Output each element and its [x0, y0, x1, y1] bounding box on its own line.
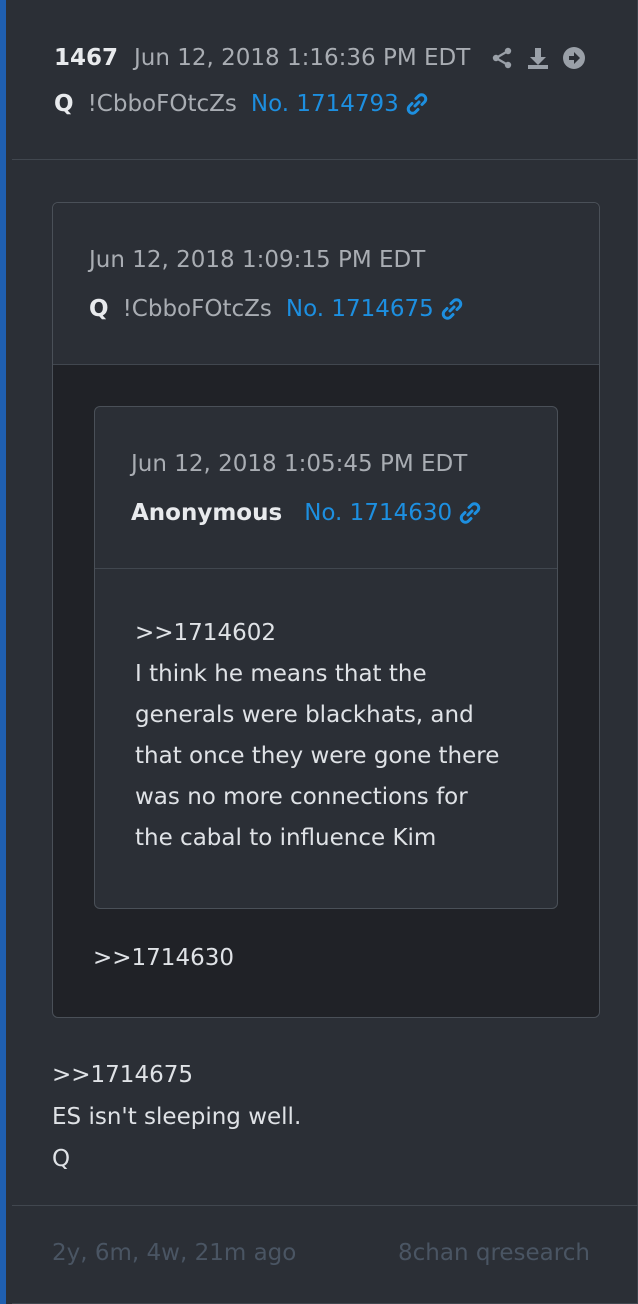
- quote-reference[interactable]: >>1714630: [93, 945, 234, 971]
- post-body: >>1714675 ES isn't sleeping well. Q: [52, 1054, 612, 1180]
- share-icon[interactable]: [490, 46, 514, 70]
- quote-text-line: was no more connections for: [135, 784, 468, 810]
- post-date: Jun 12, 2018 1:16:36 PM EDT: [134, 45, 471, 71]
- quoted-post-header: Jun 12, 2018 1:05:45 PM EDT Anonymous No…: [95, 407, 557, 569]
- quoted-post-1714630: Jun 12, 2018 1:05:45 PM EDT Anonymous No…: [94, 406, 558, 909]
- post-header: 1467 Jun 12, 2018 1:16:36 PM EDT Q !Cbbo…: [12, 0, 638, 160]
- quoted-post-header: Jun 12, 2018 1:09:15 PM EDT Q !CbboFOtcZ…: [53, 203, 599, 365]
- quote-author: Q: [89, 296, 109, 322]
- post-number: 1467: [54, 45, 119, 71]
- quote-author-line: Anonymous No. 1714630: [131, 495, 482, 531]
- post-source[interactable]: 8chan qresearch: [398, 1240, 590, 1266]
- quote-date: Jun 12, 2018 1:09:15 PM EDT: [89, 247, 426, 273]
- quote-reference[interactable]: >>1714602: [135, 613, 535, 654]
- quote-text-line: generals were blackhats, and: [135, 702, 474, 728]
- post-author-line: Q !CbboFOtcZs No. 1714793: [54, 86, 429, 122]
- post-actions: [490, 46, 598, 70]
- quote-tripcode: !CbboFOtcZs: [122, 296, 272, 322]
- quote-body: >>1714602 I think he means that the gene…: [135, 613, 535, 859]
- post-age: 2y, 6m, 4w, 21m ago: [52, 1240, 297, 1266]
- post-signature: Q: [52, 1146, 71, 1172]
- download-icon[interactable]: [526, 46, 550, 70]
- post-tripcode: !CbboFOtcZs: [87, 91, 237, 117]
- quote-text-line: the cabal to influence Kim: [135, 825, 437, 851]
- quote-post-link[interactable]: No. 1714630: [304, 500, 452, 526]
- link-icon[interactable]: [405, 92, 429, 116]
- link-icon[interactable]: [440, 297, 464, 321]
- post-text-line: ES isn't sleeping well.: [52, 1104, 302, 1130]
- quote-text-line: that once they were gone there: [135, 743, 500, 769]
- quote-date: Jun 12, 2018 1:05:45 PM EDT: [131, 451, 468, 477]
- post-footer: 2y, 6m, 4w, 21m ago 8chan qresearch: [12, 1205, 638, 1304]
- quoted-post-1714675: Jun 12, 2018 1:09:15 PM EDT Q !CbboFOtcZ…: [52, 202, 600, 1018]
- quote-post-link[interactable]: No. 1714675: [286, 296, 434, 322]
- post-author: Q: [54, 91, 74, 117]
- arrow-right-icon[interactable]: [562, 46, 586, 70]
- post-card: 1467 Jun 12, 2018 1:16:36 PM EDT Q !Cbbo…: [0, 0, 638, 1304]
- link-icon[interactable]: [458, 501, 482, 525]
- quote-author: Anonymous: [131, 500, 283, 526]
- post-reference[interactable]: >>1714675: [52, 1054, 612, 1096]
- post-link[interactable]: No. 1714793: [251, 91, 399, 117]
- quote-author-line: Q !CbboFOtcZs No. 1714675: [89, 291, 464, 327]
- post-meta: 1467 Jun 12, 2018 1:16:36 PM EDT: [54, 40, 598, 76]
- quote-text-line: I think he means that the: [135, 661, 427, 687]
